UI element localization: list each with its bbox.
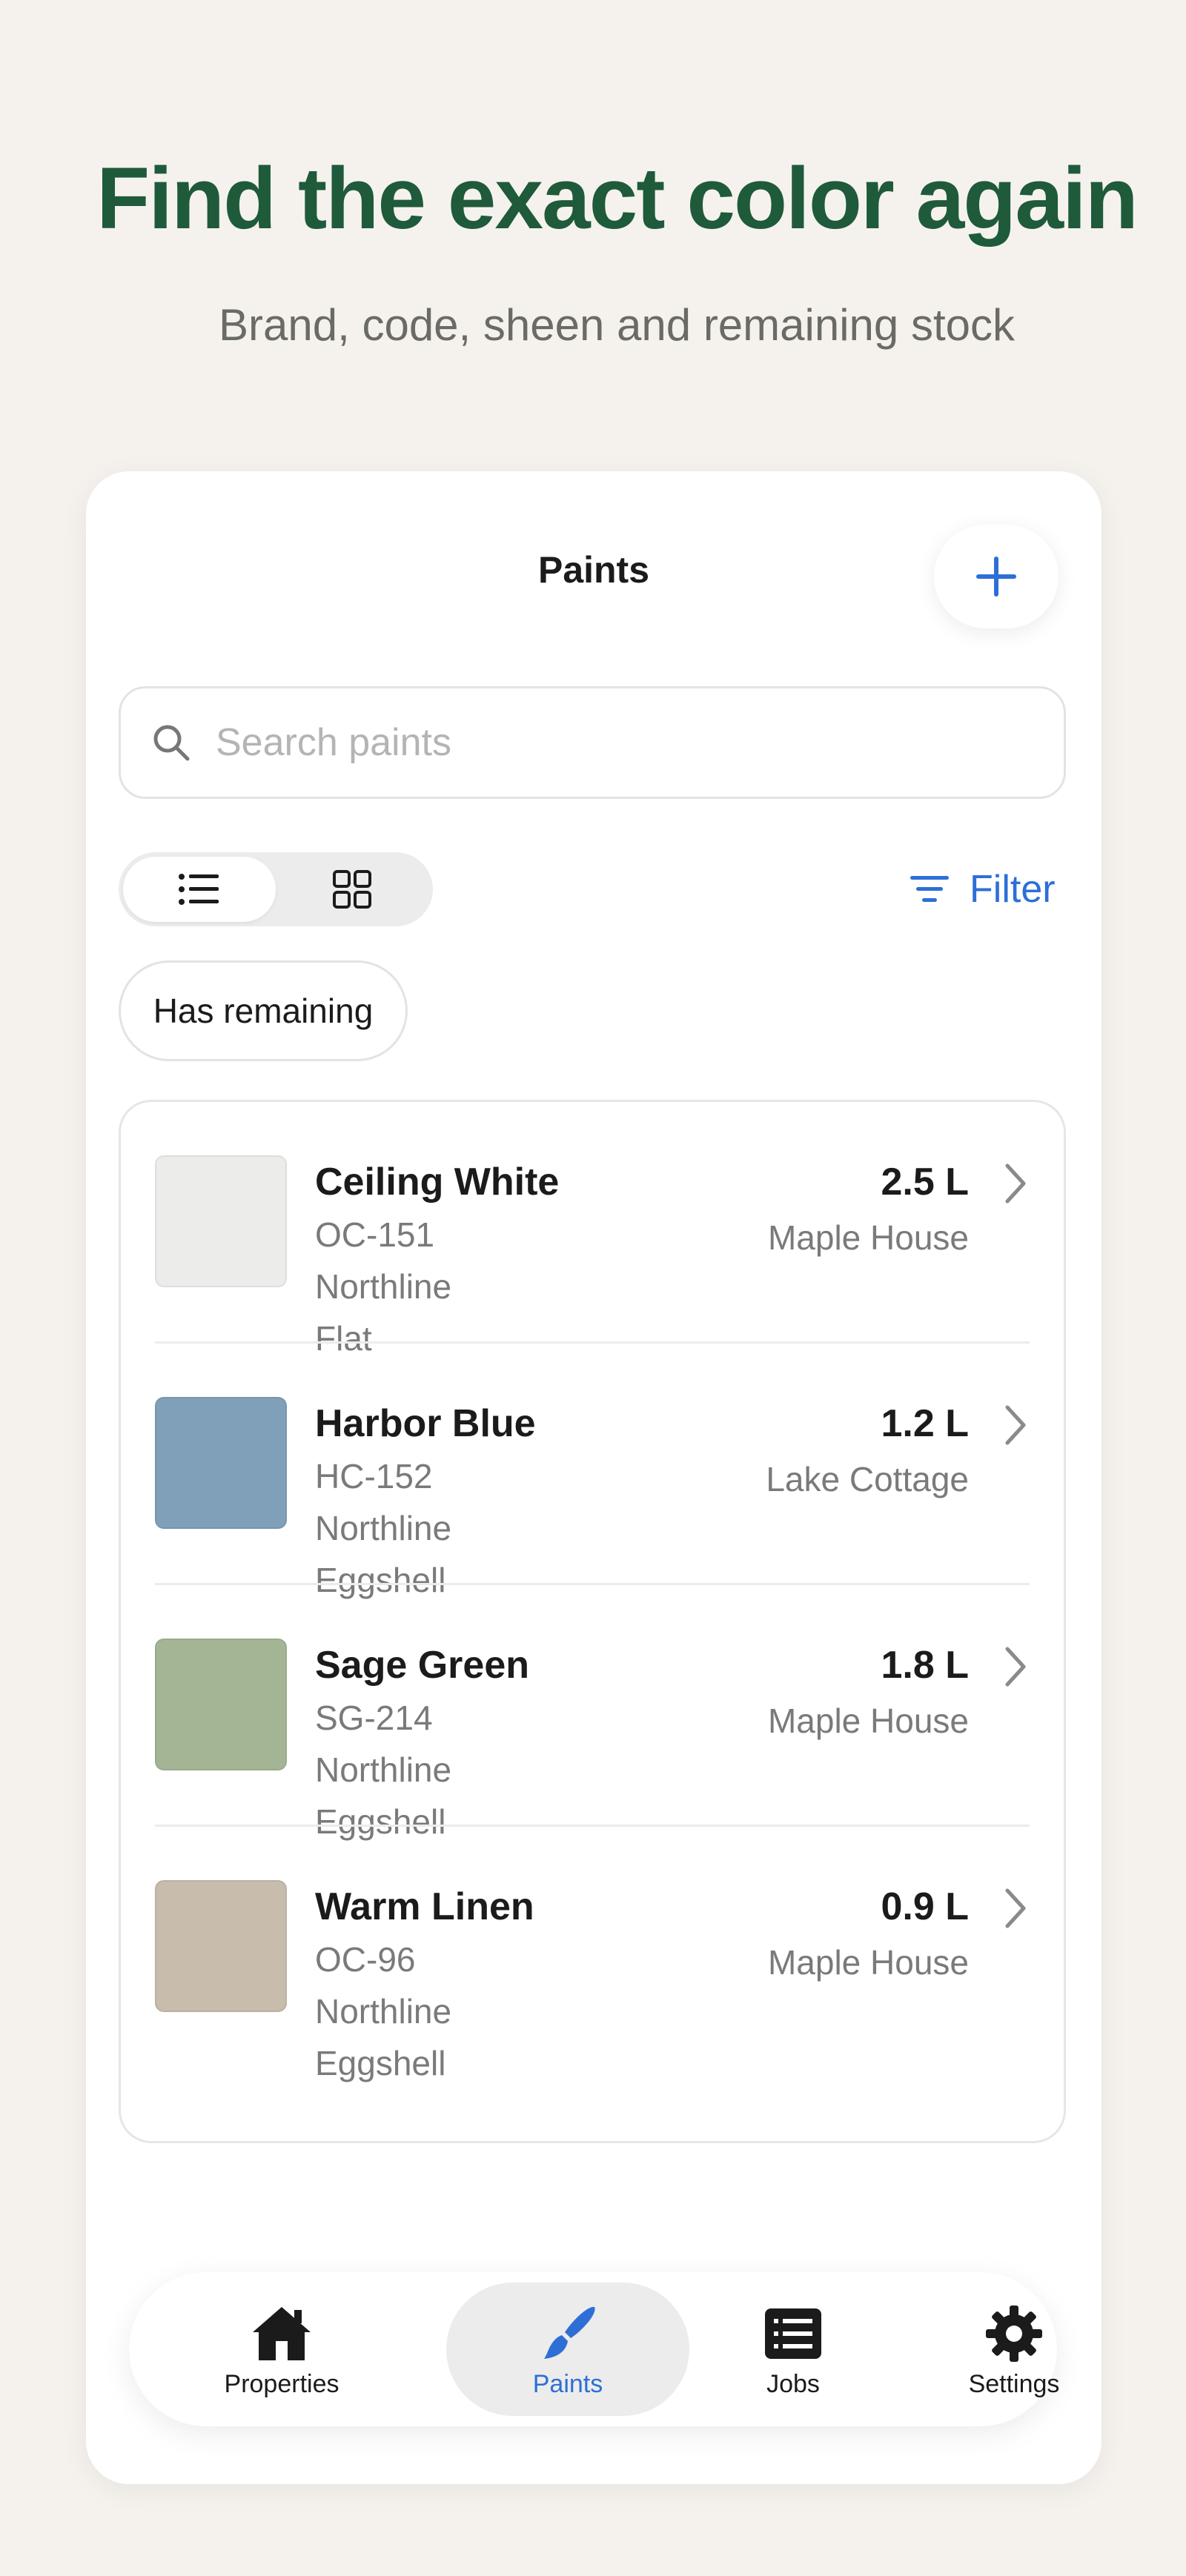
filter-label: Filter bbox=[970, 868, 1056, 911]
grid-view-icon bbox=[333, 870, 371, 909]
paint-row[interactable]: Harbor Blue HC-152 Northline Eggshell 1.2 LL… bbox=[121, 1344, 1064, 1599]
tab-label: Paints bbox=[532, 2370, 603, 2398]
paint-name: Harbor Blue bbox=[315, 1402, 536, 1445]
chevron-right-icon bbox=[1005, 1405, 1026, 1445]
color-swatch bbox=[155, 1639, 287, 1770]
tab-properties[interactable]: Properties bbox=[160, 2283, 403, 2416]
paint-property: Lake Cottage bbox=[766, 1460, 969, 1498]
paint-property: Maple House bbox=[767, 1943, 969, 1982]
color-swatch bbox=[155, 1155, 287, 1287]
tab-settings[interactable]: Settings bbox=[892, 2283, 1136, 2416]
color-swatch bbox=[155, 1397, 287, 1529]
paint-brand: Northline bbox=[315, 1750, 452, 1789]
list-view-button[interactable] bbox=[123, 857, 276, 922]
has-remaining-chip[interactable]: Has remaining bbox=[119, 960, 408, 1061]
paint-sheen: Eggshell bbox=[315, 2044, 446, 2082]
paint-code: HC-152 bbox=[315, 1457, 433, 1496]
list-view-icon bbox=[179, 874, 219, 905]
paint-code: OC-151 bbox=[315, 1215, 435, 1254]
view-toggle bbox=[119, 852, 433, 926]
add-paint-button[interactable] bbox=[934, 525, 1059, 628]
house-icon bbox=[253, 2307, 311, 2360]
gear-icon bbox=[986, 2306, 1042, 2362]
paint-code: SG-214 bbox=[315, 1699, 433, 1737]
paint-property: Maple House bbox=[767, 1702, 969, 1740]
tab-label: Properties bbox=[224, 2370, 339, 2398]
paint-quantity: 1.8 L bbox=[881, 1644, 970, 1687]
paint-quantity: 0.9 L bbox=[881, 1885, 970, 1928]
app-screen: Paints Search paints Filter Has remainin… bbox=[86, 471, 1101, 2484]
tab-bar: Properties Paints Jobs Settings bbox=[129, 2272, 1059, 2426]
search-icon bbox=[153, 725, 190, 761]
paint-brand: Northline bbox=[315, 1992, 452, 2031]
paint-quantity: 1.2 L bbox=[881, 1402, 970, 1445]
paint-name: Warm Linen bbox=[315, 1885, 534, 1928]
tab-jobs[interactable]: Jobs bbox=[672, 2283, 915, 2416]
color-swatch bbox=[155, 1880, 287, 2012]
chevron-right-icon bbox=[1005, 1888, 1026, 1928]
paint-list: Ceiling White OC-151 Northline Flat 2.5 L Map… bbox=[119, 1100, 1066, 2143]
paint-row[interactable]: Sage Green SG-214 Northline Eggshell 1.8 L Ma… bbox=[121, 1585, 1064, 1841]
paint-brand: Northline bbox=[315, 1509, 452, 1547]
paint-code: OC-96 bbox=[315, 1940, 416, 1979]
paint-quantity: 2.5 L bbox=[881, 1161, 970, 1204]
tab-label: Jobs bbox=[766, 2370, 820, 2398]
paint-brand: Northline bbox=[315, 1267, 452, 1306]
search-bar bbox=[119, 686, 1066, 799]
plus-icon bbox=[976, 557, 1016, 597]
tab-label: Settings bbox=[968, 2370, 1060, 2398]
promo-subhead: Brand, code, sheen and remaining stock bbox=[219, 300, 1015, 350]
paint-row[interactable]: Ceiling White OC-151 Northline Flat 2.5 L Map… bbox=[121, 1102, 1064, 1358]
filter-lines-icon bbox=[910, 876, 949, 902]
list-icon bbox=[765, 2308, 821, 2359]
chevron-right-icon bbox=[1005, 1647, 1026, 1687]
grid-view-button[interactable] bbox=[276, 857, 428, 922]
search-input[interactable] bbox=[216, 720, 957, 765]
tab-paints[interactable]: Paints bbox=[446, 2283, 689, 2416]
paint-name: Sage Green bbox=[315, 1644, 530, 1687]
paint-name: Ceiling White bbox=[315, 1161, 560, 1204]
filter-button[interactable]: Filter bbox=[909, 860, 1056, 919]
paint-row[interactable]: Warm Linen OC-96 Northline Eggshell 0.9 L Map… bbox=[121, 1827, 1064, 2082]
promo-headline: Find the exact color again bbox=[96, 150, 1139, 248]
paintbrush-icon bbox=[544, 2306, 595, 2359]
paint-property: Maple House bbox=[767, 1218, 969, 1257]
chevron-right-icon bbox=[1005, 1163, 1026, 1204]
